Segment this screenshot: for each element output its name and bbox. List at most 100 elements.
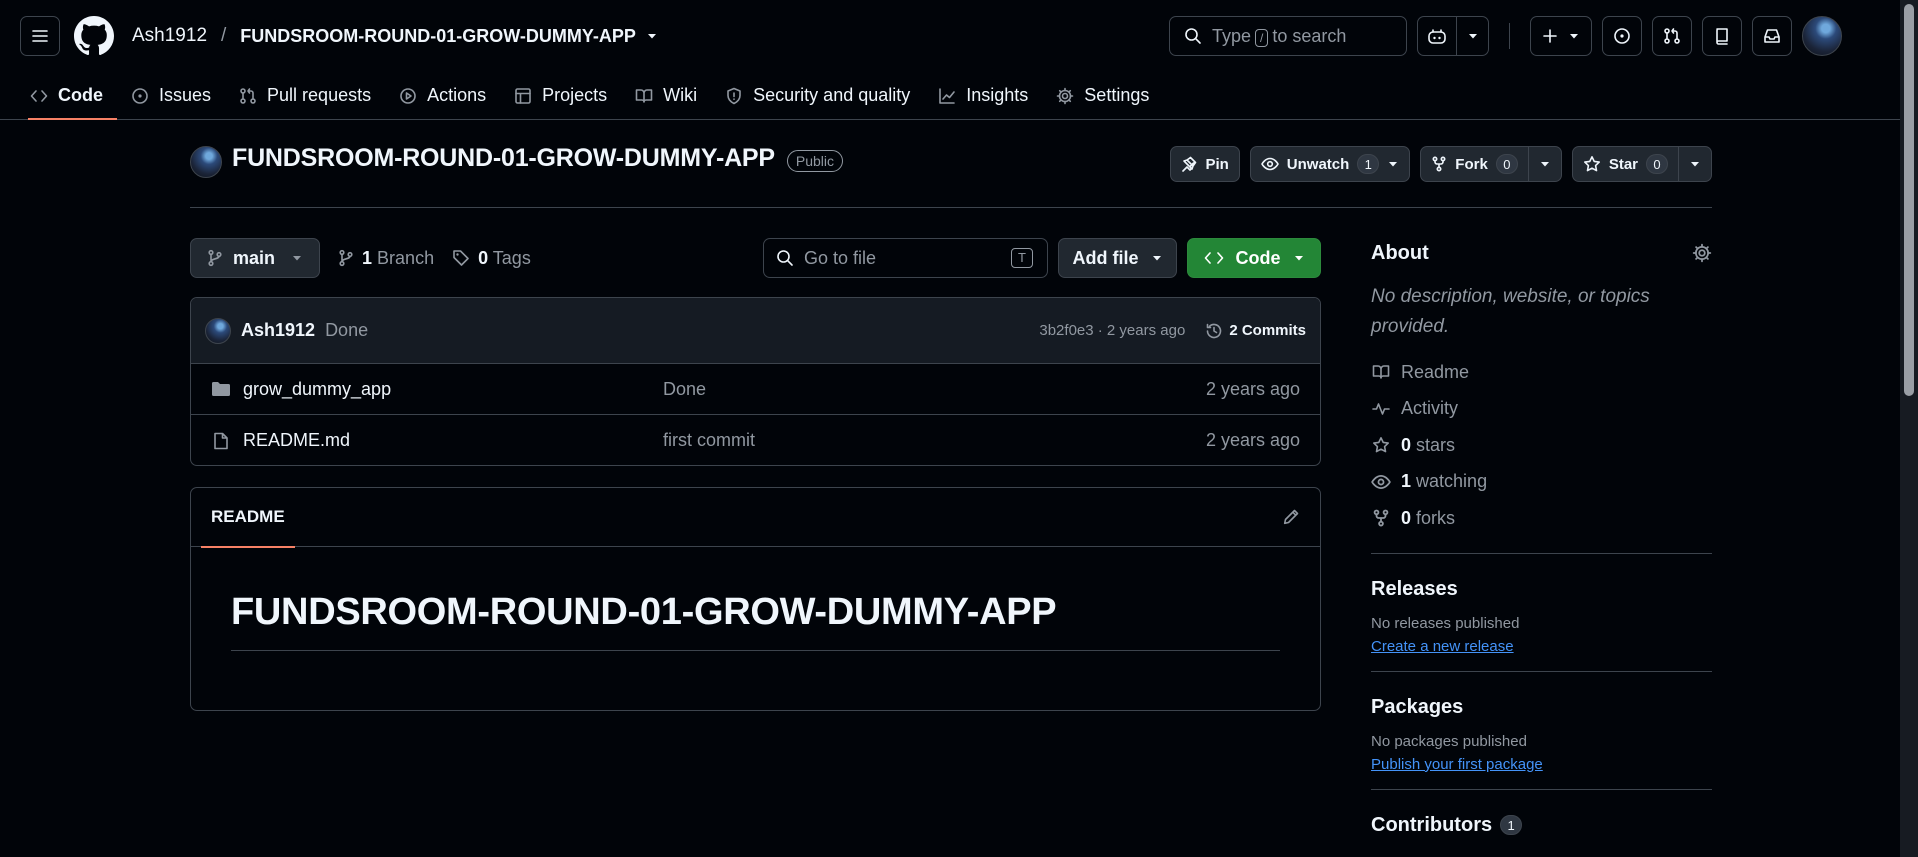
copilot-menu-button[interactable] [1456, 17, 1488, 55]
copilot-split [1417, 16, 1489, 56]
tag-icon [453, 250, 469, 266]
code-button[interactable]: Code [1187, 238, 1321, 278]
user-avatar[interactable] [1802, 16, 1842, 56]
fork-icon [1432, 156, 1446, 172]
header-divider [1509, 23, 1510, 49]
pull-requests-button[interactable] [1652, 16, 1692, 56]
tab-projects[interactable]: Projects [500, 72, 621, 119]
global-search[interactable]: Type / to search [1169, 16, 1407, 56]
activity-link-label: Activity [1401, 398, 1459, 419]
gear-icon[interactable] [1692, 243, 1712, 263]
watchers-link[interactable]: 1 watching [1371, 464, 1712, 501]
file-toolbar: main 1 Branch 0 Tags Go to file T Add fi… [190, 238, 1321, 278]
file-commit-message[interactable]: Done [663, 379, 706, 400]
repo-icon [1716, 28, 1728, 45]
packages-title[interactable]: Packages [1371, 696, 1712, 719]
tags-link[interactable]: 0 Tags [452, 248, 531, 269]
edit-readme-button[interactable] [1282, 508, 1300, 526]
shield-icon [727, 87, 741, 104]
watch-count: 1 [1357, 154, 1380, 174]
watching-count: 1 [1401, 471, 1412, 492]
breadcrumb: Ash1912 / FUNDSROOM-ROUND-01-GROW-DUMMY-… [132, 25, 658, 47]
branch-icon [339, 249, 353, 267]
file-name-link[interactable]: README.md [243, 430, 350, 451]
commit-author[interactable]: Ash1912 [241, 320, 315, 341]
file-name-link[interactable]: grow_dummy_app [243, 379, 391, 400]
repo-owner-avatar[interactable] [190, 146, 222, 178]
tab-wiki[interactable]: Wiki [621, 72, 711, 119]
create-new-split[interactable] [1530, 16, 1592, 56]
menu-button[interactable] [20, 16, 60, 56]
branches-label: Branch [377, 247, 435, 268]
forks-link[interactable]: 0 forks [1371, 500, 1712, 537]
star-icon [1583, 156, 1600, 172]
fork-split: Fork 0 [1420, 146, 1562, 182]
tags-count: 0 [478, 247, 489, 268]
pin-button[interactable]: Pin [1170, 146, 1240, 182]
tab-security-and-quality[interactable]: Security and quality [711, 72, 924, 119]
github-logo[interactable] [74, 16, 114, 56]
commit-author-avatar[interactable] [205, 317, 231, 344]
triangle-down-icon [1294, 256, 1303, 261]
breadcrumb-repo[interactable]: FUNDSROOM-ROUND-01-GROW-DUMMY-APP [240, 26, 636, 47]
eye-icon [1371, 474, 1391, 489]
book-icon [1372, 365, 1390, 380]
triangle-down-icon[interactable] [1387, 158, 1399, 170]
activity-link[interactable]: Activity [1371, 391, 1712, 428]
table-icon [515, 87, 531, 104]
book-icon [635, 88, 653, 103]
breadcrumb-owner[interactable]: Ash1912 [132, 25, 207, 47]
commit-meta[interactable]: 3b2f0e3 · 2 years ago [1039, 322, 1185, 339]
create-new-button[interactable] [1531, 17, 1591, 55]
global-header: Ash1912 / FUNDSROOM-ROUND-01-GROW-DUMMY-… [0, 0, 1900, 72]
publish-package-link[interactable]: Publish your first package [1371, 756, 1712, 773]
scrollbar-thumb[interactable] [1904, 4, 1914, 396]
readme-tab[interactable]: README [201, 488, 295, 548]
releases-title[interactable]: Releases [1371, 578, 1712, 601]
inbox-button[interactable] [1752, 16, 1792, 56]
sidebar-divider [1371, 552, 1712, 554]
issue-icon [1614, 28, 1630, 44]
commits-link[interactable]: 2 Commits [1205, 322, 1306, 340]
star-button[interactable]: Star 0 [1573, 147, 1678, 181]
repo-title-bar: FUNDSROOM-ROUND-01-GROW-DUMMY-APP Public… [190, 144, 1712, 208]
search-shortcut: / [1255, 28, 1269, 47]
code-label: Code [1235, 247, 1281, 268]
tab-insights[interactable]: Insights [924, 72, 1042, 119]
tab-code[interactable]: Code [28, 72, 117, 120]
create-release-link[interactable]: Create a new release [1371, 638, 1712, 655]
repositories-button[interactable] [1702, 16, 1742, 56]
commits-count: 2 Commits [1229, 322, 1306, 339]
about-description: No description, website, or topics provi… [1371, 286, 1650, 337]
copilot-button[interactable] [1418, 17, 1456, 55]
go-to-file-input[interactable]: Go to file T [763, 238, 1048, 278]
repo-title[interactable]: FUNDSROOM-ROUND-01-GROW-DUMMY-APP [232, 144, 775, 173]
pin-label: Pin [1205, 155, 1229, 173]
unwatch-button[interactable]: Unwatch 1 [1251, 147, 1410, 181]
star-count: 0 [1646, 154, 1668, 174]
fork-menu-button[interactable] [1527, 147, 1561, 181]
commit-message[interactable]: Done [325, 320, 368, 341]
gear-icon [1056, 87, 1074, 104]
fork-button[interactable]: Fork 0 [1421, 147, 1528, 181]
file-commit-message[interactable]: first commit [663, 430, 755, 451]
contributors-header[interactable]: Contributors 1 [1371, 814, 1712, 837]
tab-label: Security and quality [753, 85, 911, 105]
watch-split: Unwatch 1 [1249, 146, 1411, 182]
readme-link[interactable]: Readme [1371, 354, 1712, 391]
issues-button[interactable] [1602, 16, 1642, 56]
page-scrollbar[interactable] [1900, 0, 1918, 857]
branch-selector[interactable]: main [190, 238, 321, 278]
tab-settings[interactable]: Settings [1042, 72, 1163, 119]
tab-label: Projects [542, 85, 608, 105]
tab-pull-requests[interactable]: Pull requests [225, 72, 385, 119]
branches-link[interactable]: 1 Branch [338, 248, 434, 269]
table-row: README.md first commit 2 years ago [191, 415, 1320, 465]
triangle-down-icon[interactable] [646, 30, 658, 42]
graph-icon [939, 87, 956, 104]
stars-link[interactable]: 0 stars [1371, 427, 1712, 464]
tab-actions[interactable]: Actions [385, 72, 500, 119]
tab-issues[interactable]: Issues [117, 72, 225, 119]
add-file-button[interactable]: Add file [1058, 238, 1177, 278]
star-menu-button[interactable] [1678, 147, 1711, 181]
